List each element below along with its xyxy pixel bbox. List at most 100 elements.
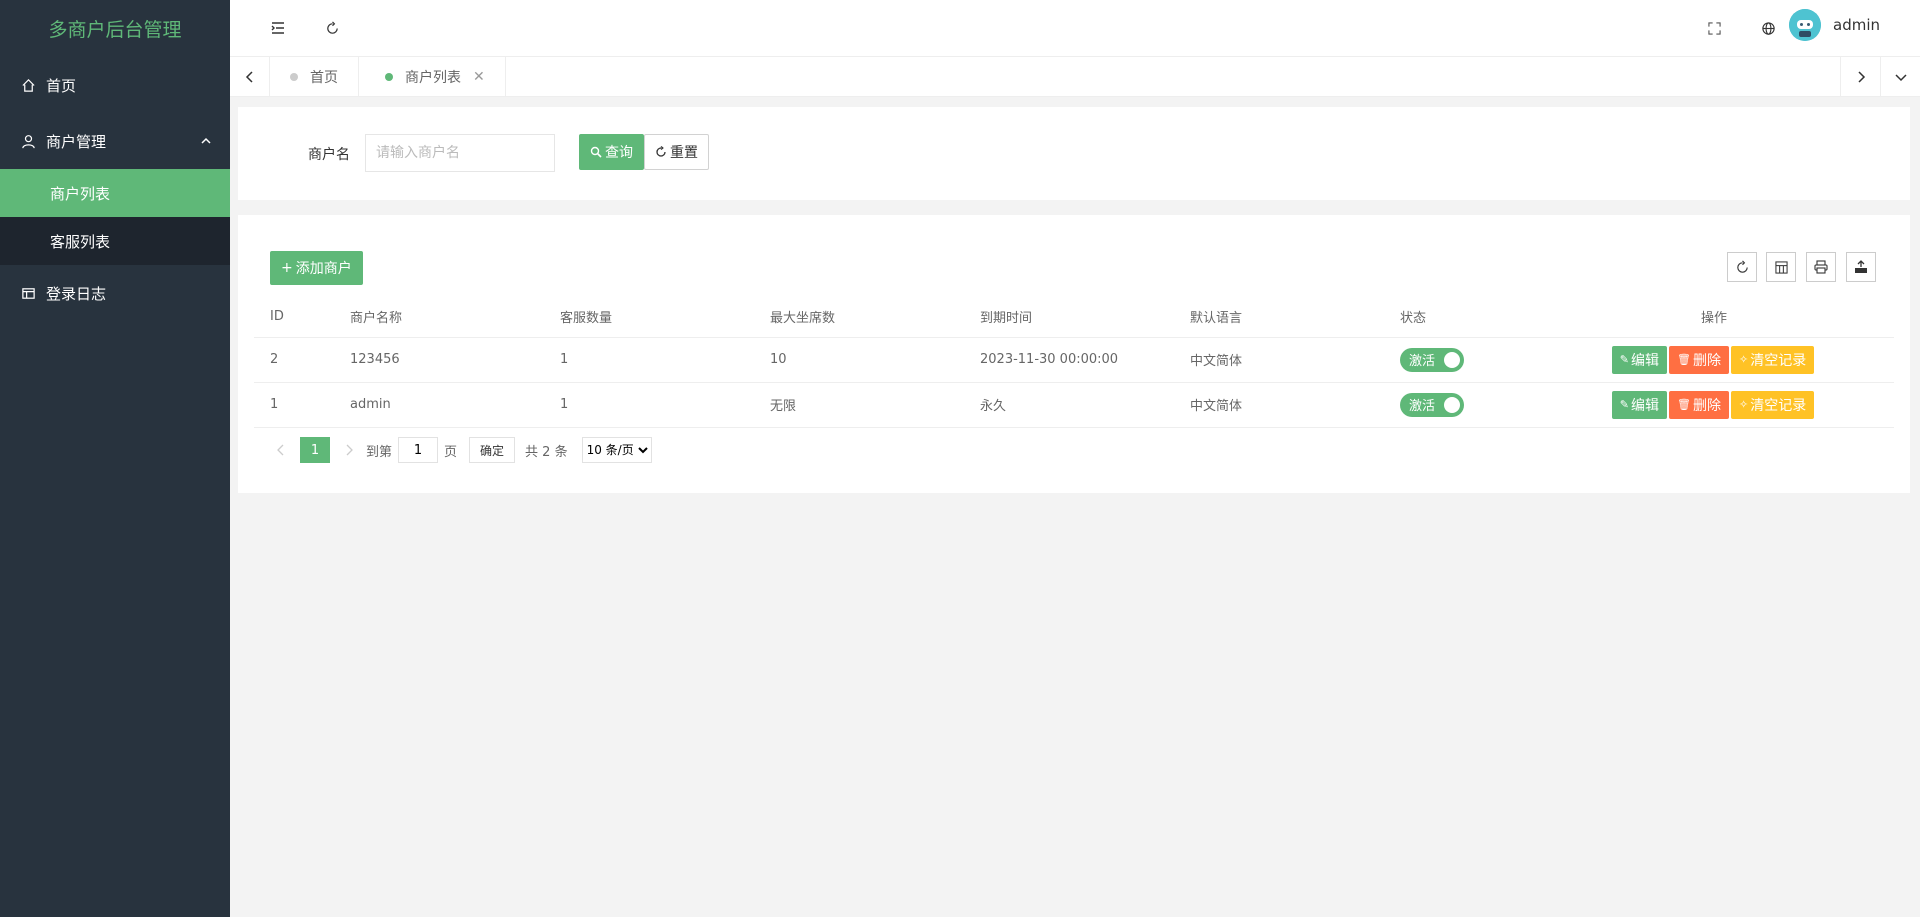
sidebar-item-label: 首页 (46, 76, 77, 95)
trash-icon: 🗑 (1677, 398, 1691, 411)
cell-status: 激活 (1384, 382, 1534, 428)
switch-knob (1444, 396, 1460, 413)
column-header: 默认语言 (1174, 297, 1384, 338)
merchant-name-input[interactable] (365, 134, 555, 172)
pagination: 1 到第 页 确定 共 2 条 10 条/页 (270, 437, 652, 463)
cell-name: admin (334, 382, 544, 428)
sidebar-item-merchant-management[interactable]: 商户管理 (0, 113, 230, 169)
merchant-name-label: 商户名 (308, 147, 350, 163)
prev-page-icon[interactable] (270, 437, 292, 463)
delete-button[interactable]: 🗑 删除 (1669, 345, 1729, 374)
cell-expire: 2023-11-30 00:00:00 (964, 337, 1174, 383)
fullscreen-icon[interactable] (1698, 12, 1730, 44)
total-count: 共 2 条 (525, 444, 568, 460)
add-merchant-button[interactable]: + 添加商户 (270, 251, 363, 285)
delete-button[interactable]: 🗑 删除 (1669, 390, 1729, 419)
tabs-scroll-right-icon[interactable] (1840, 57, 1880, 97)
current-page[interactable]: 1 (300, 437, 330, 463)
table-row: 2 123456 1 10 2023-11-30 00:00:00 中文简体 激… (254, 337, 1894, 383)
next-page-icon[interactable] (338, 437, 360, 463)
home-icon (20, 77, 36, 93)
column-header: 到期时间 (964, 297, 1174, 338)
page-label: 页 (444, 444, 458, 460)
tabs-bar: 首页 商户列表 ✕ (230, 57, 1920, 97)
search-button[interactable]: 查询 (579, 134, 644, 170)
edit-button[interactable]: ✎ 编辑 (1611, 390, 1668, 419)
username: admin (1833, 16, 1880, 34)
sidebar-item-label: 登录日志 (46, 284, 107, 303)
table-row: 1 admin 1 无限 永久 中文简体 激活 ✎ 编辑 🗑 删除 ✧ 清空记录 (254, 382, 1894, 428)
table-refresh-icon[interactable] (1727, 252, 1757, 282)
cell-actions: ✎ 编辑 🗑 删除 ✧ 清空记录 (1534, 337, 1894, 383)
chevron-up-icon (200, 133, 212, 151)
sidebar: 多商户后台管理 首页 商户管理 商户列表 客服列表 登录日志 (0, 0, 230, 917)
tab-merchant-list[interactable]: 商户列表 ✕ (365, 57, 506, 97)
search-panel: 商户名 查询 重置 (238, 107, 1910, 200)
tab-label: 商户列表 (405, 70, 461, 86)
clear-records-button[interactable]: ✧ 清空记录 (1730, 390, 1815, 419)
log-icon (20, 285, 36, 301)
export-icon[interactable] (1846, 252, 1876, 282)
cell-max-seats: 无限 (754, 382, 964, 428)
sidebar-item-label: 商户管理 (46, 132, 107, 151)
reset-icon (655, 146, 667, 158)
menu-toggle-icon[interactable] (262, 12, 294, 44)
cell-lang: 中文简体 (1174, 382, 1384, 428)
print-icon[interactable] (1806, 252, 1836, 282)
trash-icon: 🗑 (1677, 353, 1691, 366)
clear-records-button[interactable]: ✧ 清空记录 (1730, 345, 1815, 374)
status-switch[interactable]: 激活 (1400, 392, 1464, 417)
pencil-icon: ✎ (1619, 398, 1630, 411)
sidebar-item-login-log[interactable]: 登录日志 (0, 265, 230, 321)
cell-name: 123456 (334, 337, 544, 383)
broom-icon: ✧ (1738, 398, 1749, 411)
plus-icon: + (281, 260, 293, 276)
app-title: 多商户后台管理 (48, 19, 182, 41)
search-icon (590, 146, 602, 158)
submenu-merchant: 商户列表 客服列表 (0, 169, 230, 265)
column-header: 状态 (1384, 297, 1534, 338)
goto-confirm-button[interactable]: 确定 (469, 437, 516, 463)
column-header: 商户名称 (334, 297, 544, 338)
tab-home[interactable]: 首页 (270, 57, 359, 97)
column-header: 客服数量 (544, 297, 754, 338)
switch-knob (1444, 351, 1460, 368)
tabs-scroll-left-icon[interactable] (230, 57, 270, 97)
column-header: 最大坐席数 (754, 297, 964, 338)
cell-cs-count: 1 (544, 382, 754, 428)
tab-status-dot (290, 73, 298, 81)
cell-max-seats: 10 (754, 337, 964, 383)
cell-status: 激活 (1384, 337, 1534, 383)
reset-button[interactable]: 重置 (644, 134, 709, 170)
cell-lang: 中文简体 (1174, 337, 1384, 383)
refresh-icon[interactable] (316, 12, 348, 44)
column-header: 操作 (1534, 297, 1894, 338)
table-header-row: ID 商户名称 客服数量 最大坐席数 到期时间 默认语言 状态 操作 (254, 297, 1894, 338)
user-icon (20, 133, 36, 149)
goto-page-input[interactable] (398, 437, 439, 463)
globe-icon[interactable] (1752, 12, 1784, 44)
cell-actions: ✎ 编辑 🗑 删除 ✧ 清空记录 (1534, 382, 1894, 428)
top-header: admin (230, 0, 1920, 57)
merchant-table-panel: + 添加商户 ID 商户名称 客服数量 最大坐席数 到期时间 默认语言 状态 操… (238, 215, 1910, 493)
column-header: ID (254, 297, 334, 338)
cell-cs-count: 1 (544, 337, 754, 383)
columns-filter-icon[interactable] (1766, 252, 1796, 282)
avatar (1789, 9, 1821, 41)
edit-button[interactable]: ✎ 编辑 (1611, 345, 1668, 374)
broom-icon: ✧ (1738, 353, 1749, 366)
sidebar-item-home[interactable]: 首页 (0, 57, 230, 113)
tabs-menu-chevron-down-icon[interactable] (1880, 57, 1920, 97)
status-switch[interactable]: 激活 (1400, 347, 1464, 372)
sidebar-item-cs-list[interactable]: 客服列表 (0, 217, 230, 265)
cell-expire: 永久 (964, 382, 1174, 428)
page-size-select[interactable]: 10 条/页 (581, 437, 652, 463)
tab-status-dot (385, 73, 393, 81)
close-icon[interactable]: ✕ (473, 69, 485, 85)
pencil-icon: ✎ (1619, 353, 1630, 366)
cell-id: 2 (254, 337, 334, 383)
user-menu[interactable]: admin (1789, 9, 1880, 41)
sidebar-item-merchant-list[interactable]: 商户列表 (0, 169, 230, 217)
merchant-table: ID 商户名称 客服数量 最大坐席数 到期时间 默认语言 状态 操作 2 123… (254, 297, 1894, 428)
tab-label: 首页 (310, 70, 338, 86)
